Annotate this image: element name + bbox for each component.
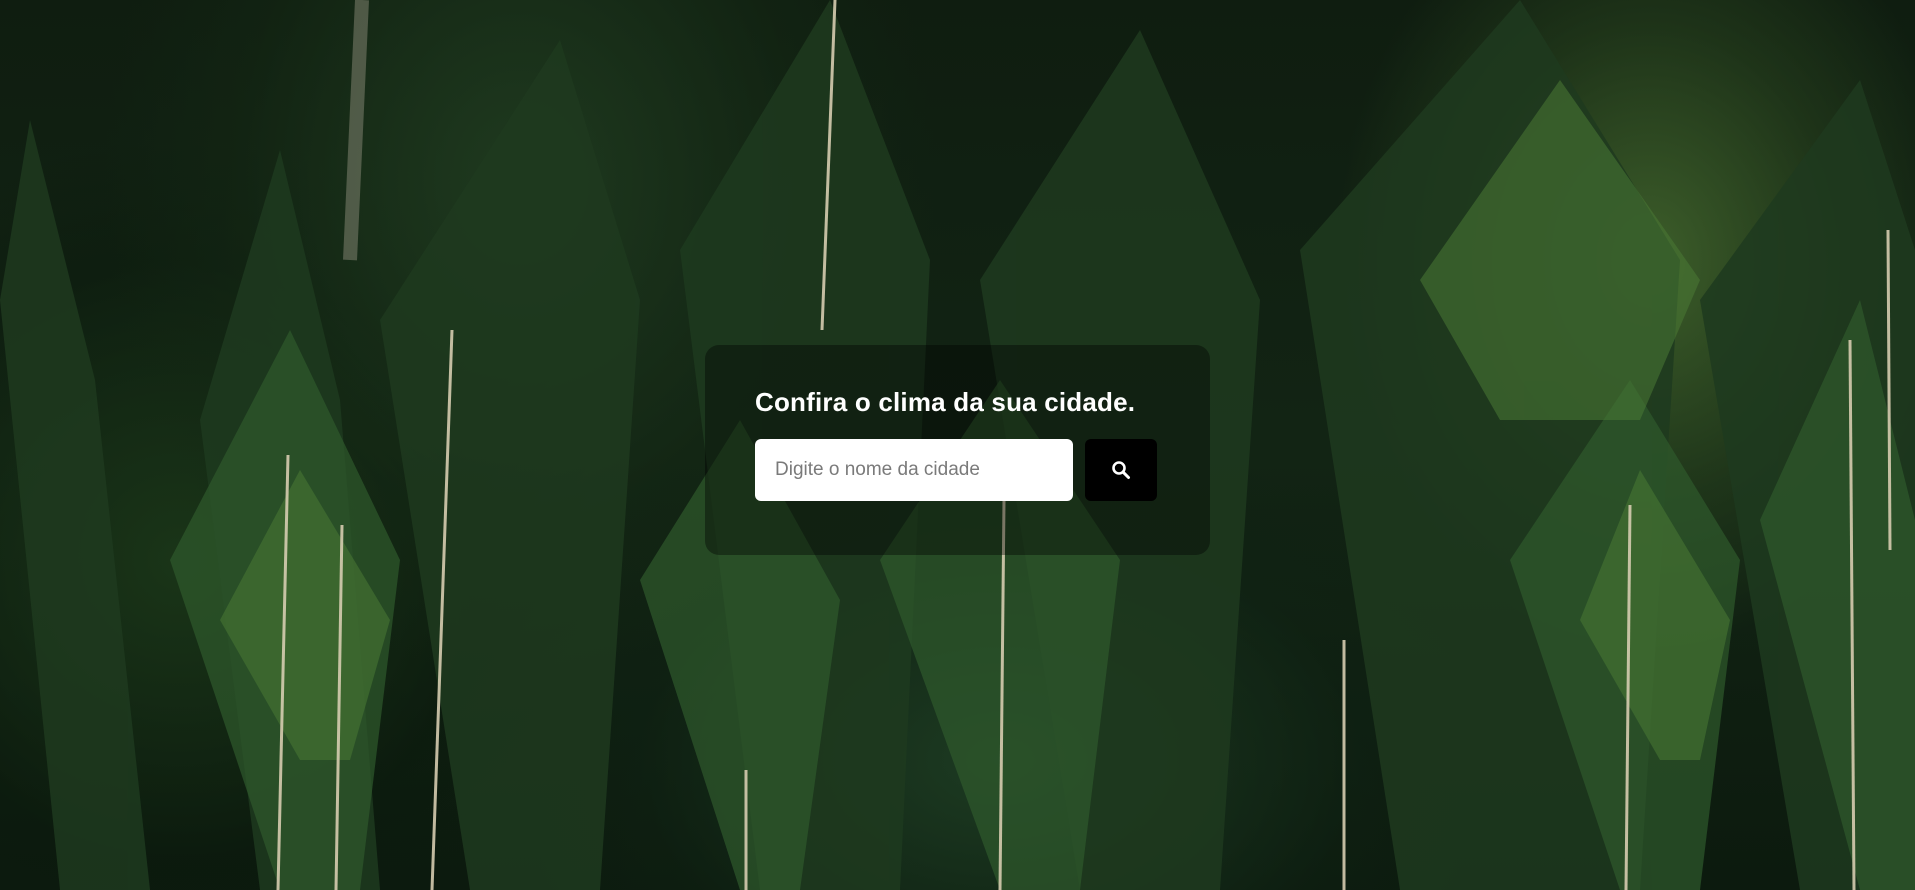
search-row — [755, 439, 1160, 501]
search-icon — [1112, 461, 1130, 479]
search-card: Confira o clima da sua cidade. — [705, 345, 1210, 555]
page-title: Confira o clima da sua cidade. — [755, 387, 1136, 417]
city-search-input[interactable] — [755, 439, 1073, 501]
search-button[interactable] — [1085, 439, 1157, 501]
